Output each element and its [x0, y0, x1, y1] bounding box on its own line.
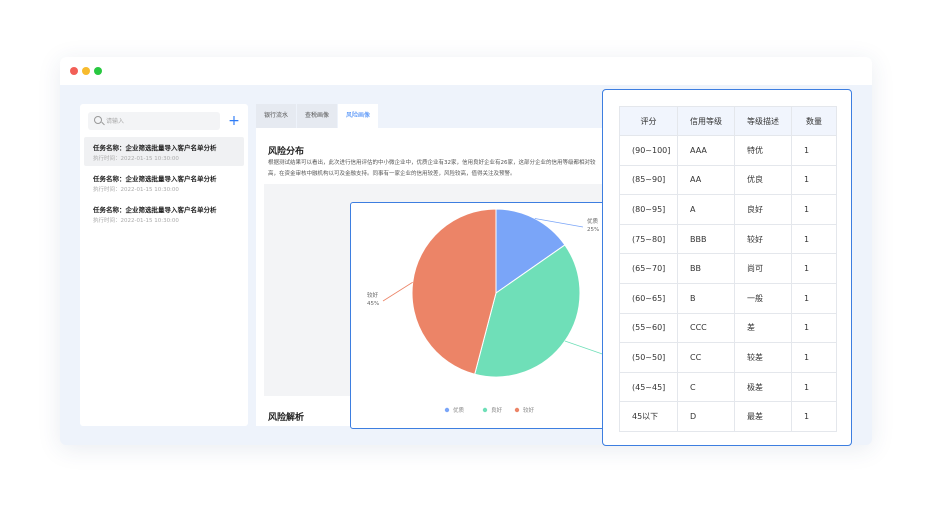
cell-score: 45以下 — [619, 401, 678, 432]
task-title: 任务名称：企业筛选批量导入客户名单分析 — [93, 175, 217, 183]
maximize-window-button[interactable] — [94, 67, 102, 75]
task-time: 执行时间：2022-01-15 10:30:00 — [93, 218, 179, 224]
tab-bank-statement[interactable]: 银行流水 — [256, 104, 296, 128]
pie-data-label: 25% — [587, 227, 599, 233]
table-row: (60~65] B 一般 1 — [619, 282, 837, 314]
cell-level-description: 极差 — [734, 371, 792, 403]
cell-level-description: 一般 — [734, 282, 792, 314]
risk-description: 根据测试结果可以看出，此次进行信用评估的中小微企业中，优质企业有32家，信用良好… — [268, 160, 596, 177]
table-row: 45以下 D 最差 1 — [619, 401, 837, 432]
cell-score: (55~60] — [619, 312, 678, 344]
legend-marker — [482, 407, 488, 413]
cell-credit-level: AAA — [677, 135, 735, 166]
pie-leader-line-2 — [382, 281, 413, 302]
cell-score: (75~80] — [619, 223, 678, 255]
table-row: (45~45] C 极差 1 — [619, 371, 837, 403]
credit-rating-table-card: 评分 信用等级 等级描述 数量 (90~100] AAA 特优 1 (85~90] AA 优… — [602, 89, 852, 446]
cell-score: (80~95] — [619, 194, 678, 225]
search-input[interactable]: 请输入 — [88, 112, 220, 130]
cell-count: 1 — [791, 401, 837, 432]
task-item[interactable]: 任务名称：企业筛选批量导入客户名单分析 执行时间：2022-01-15 10:3… — [84, 199, 244, 228]
tab-risk-profile[interactable]: 风险画像 — [338, 104, 378, 128]
cell-count: 1 — [791, 253, 837, 284]
cell-count: 1 — [791, 135, 837, 166]
cell-credit-level: B — [677, 282, 735, 314]
table-row: (75~80] BBB 较好 1 — [619, 223, 837, 255]
cell-score: (50~50] — [619, 342, 678, 373]
cell-level-description: 尚可 — [734, 253, 792, 284]
task-time: 执行时间：2022-01-15 10:30:00 — [93, 187, 179, 193]
legend-label[interactable]: 良好 — [491, 406, 503, 414]
task-sidebar: 请输入 + 任务名称：企业筛选批量导入客户名单分析 执行时间：2022-01-1… — [80, 104, 248, 426]
header-credit-level: 信用等级 — [677, 106, 735, 136]
header-count: 数量 — [791, 106, 837, 136]
task-item[interactable]: 任务名称：企业筛选批量导入客户名单分析 执行时间：2022-01-15 10:3… — [84, 168, 244, 197]
table-row: (50~50] CC 较差 1 — [619, 342, 837, 373]
cell-credit-level: A — [677, 194, 735, 225]
cell-count: 1 — [791, 312, 837, 344]
task-item[interactable]: 任务名称：企业筛选批量导入客户名单分析 执行时间：2022-01-15 10:3… — [84, 137, 244, 166]
tab-tax-profile[interactable]: 查税画像 — [297, 104, 337, 128]
search-placeholder: 请输入 — [106, 118, 125, 125]
header-level-description: 等级描述 — [734, 106, 792, 136]
cell-score: (60~65] — [619, 282, 678, 314]
cell-count: 1 — [791, 164, 837, 196]
table-row: (55~60] CCC 差 1 — [619, 312, 837, 344]
cell-count: 1 — [791, 194, 837, 225]
cell-score: (45~45] — [619, 371, 678, 403]
table-row: (65~70] BB 尚可 1 — [619, 253, 837, 284]
table-row: (90~100] AAA 特优 1 — [619, 135, 837, 166]
cell-score: (85~90] — [619, 164, 678, 196]
cell-level-description: 良好 — [734, 194, 792, 225]
cell-credit-level: CC — [677, 342, 735, 373]
cell-level-description: 较差 — [734, 342, 792, 373]
risk-distribution-title: 风险分布 — [268, 147, 305, 157]
header-score: 评分 — [619, 106, 678, 136]
cell-count: 1 — [791, 342, 837, 373]
risk-pie-chart-card: 优质25%良好38%较好45%优质良好较好 — [350, 202, 641, 429]
credit-rating-table: 评分 信用等级 等级描述 数量 (90~100] AAA 特优 1 (85~90] AA 优… — [619, 106, 837, 432]
add-task-button[interactable]: + — [226, 112, 242, 130]
pie-data-label: 较好 — [367, 291, 379, 299]
table-header-row: 评分 信用等级 等级描述 数量 — [619, 106, 837, 136]
pie-data-label: 优质 — [587, 217, 599, 225]
cell-level-description: 差 — [734, 312, 792, 344]
cell-count: 1 — [791, 223, 837, 255]
task-title: 任务名称：企业筛选批量导入客户名单分析 — [93, 206, 217, 214]
pie-data-label: 45% — [367, 301, 379, 307]
risk-pie-chart: 优质25%良好38%较好45%优质良好较好 — [367, 208, 627, 414]
cell-score: (90~100] — [619, 135, 678, 166]
cell-count: 1 — [791, 371, 837, 403]
title-bar — [60, 57, 872, 85]
legend-label[interactable]: 较好 — [523, 406, 535, 414]
cell-credit-level: CCC — [677, 312, 735, 344]
cell-credit-level: D — [677, 401, 735, 432]
cell-credit-level: C — [677, 371, 735, 403]
cell-credit-level: BB — [677, 253, 735, 284]
task-time: 执行时间：2022-01-15 10:30:00 — [93, 156, 179, 162]
search-icon — [94, 116, 102, 124]
cell-level-description: 最差 — [734, 401, 792, 432]
cell-count: 1 — [791, 282, 837, 314]
cell-credit-level: AA — [677, 164, 735, 196]
legend-label[interactable]: 优质 — [453, 406, 465, 414]
task-title: 任务名称：企业筛选批量导入客户名单分析 — [93, 144, 217, 152]
table-row: (80~95] A 良好 1 — [619, 194, 837, 225]
cell-credit-level: BBB — [677, 223, 735, 255]
table-row: (85~90] AA 优良 1 — [619, 164, 837, 196]
minimize-window-button[interactable] — [82, 67, 90, 75]
cell-level-description: 较好 — [734, 223, 792, 255]
legend-marker — [444, 407, 450, 413]
risk-analysis-title: 风险解析 — [268, 413, 305, 423]
legend-marker — [514, 407, 520, 413]
cell-level-description: 优良 — [734, 164, 792, 196]
cell-level-description: 特优 — [734, 135, 792, 166]
cell-score: (65~70] — [619, 253, 678, 284]
close-window-button[interactable] — [70, 67, 78, 75]
